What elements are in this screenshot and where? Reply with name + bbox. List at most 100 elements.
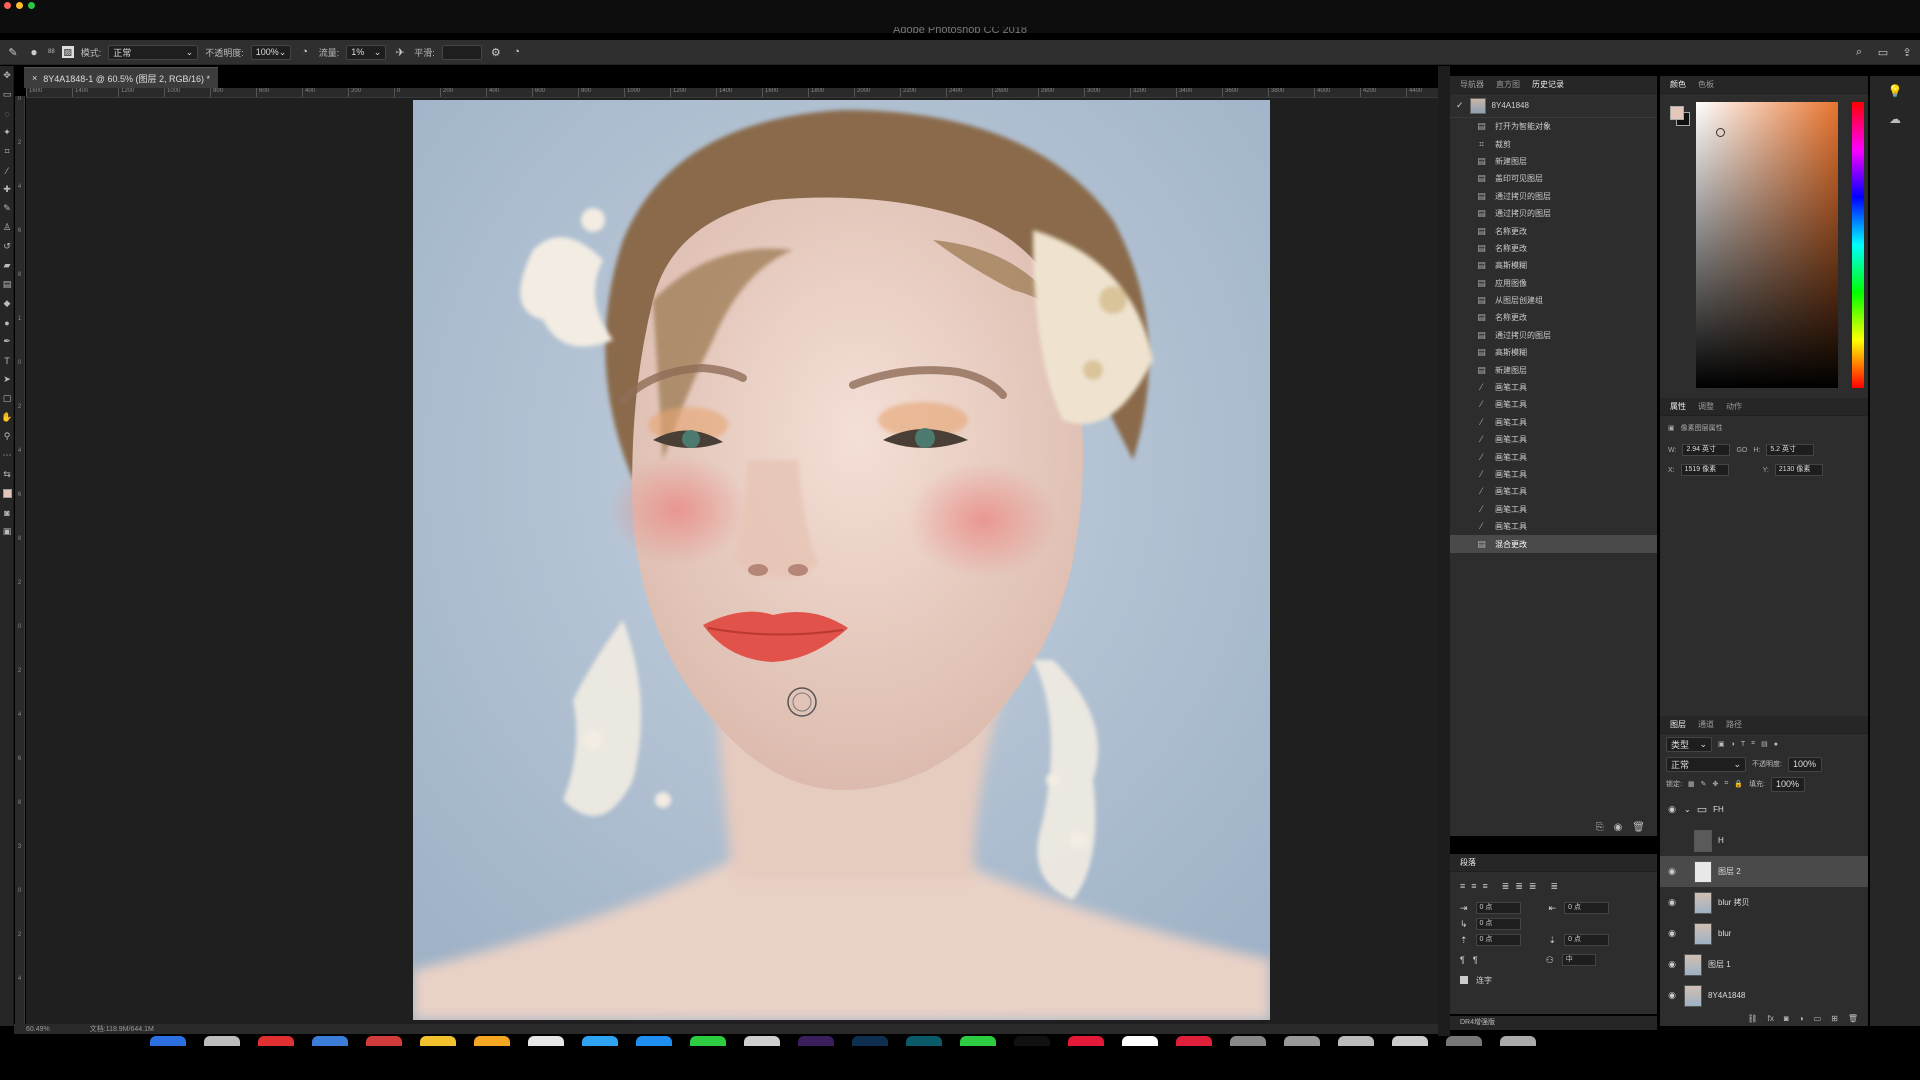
align-center-icon[interactable]: ≡ xyxy=(1471,881,1476,891)
tab-history-panel-2[interactable]: 历史记录 xyxy=(1532,79,1564,90)
fx-icon[interactable]: fx xyxy=(1768,1014,1774,1023)
tab-properties-panel-2[interactable]: 动作 xyxy=(1726,401,1742,412)
type-tool-icon[interactable]: T xyxy=(0,351,14,370)
history-item[interactable]: ▤ 高斯模糊 xyxy=(1450,257,1657,274)
indent-right-field[interactable]: 0 点 xyxy=(1564,902,1610,914)
lasso-tool-icon[interactable]: ◌ xyxy=(0,104,14,123)
hand-tool-icon[interactable]: ✋ xyxy=(0,408,14,427)
layer-row[interactable]: ◉ 图层 2 xyxy=(1660,856,1868,887)
mode-dropdown[interactable]: 正常 ⌄ xyxy=(108,44,199,60)
dock-app-icon[interactable] xyxy=(1014,1036,1050,1046)
history-item[interactable]: ⁄ 画笔工具 xyxy=(1450,448,1657,465)
eye-icon[interactable]: ◉ xyxy=(1666,804,1678,815)
adjustment-layer-icon[interactable]: ◑ xyxy=(1799,1014,1804,1023)
pressure-opacity-icon[interactable]: ◔ xyxy=(298,45,312,59)
brush-preset-icon[interactable]: ● xyxy=(27,45,41,59)
brush-tool-icon[interactable]: ✎ xyxy=(0,199,14,218)
hyphen-dropdown[interactable]: 中 xyxy=(1561,954,1596,966)
workspace-icon[interactable]: ▭ xyxy=(1876,45,1890,59)
tab-layers-panel-1[interactable]: 通道 xyxy=(1698,719,1714,730)
history-item[interactable]: ⁄ 画笔工具 xyxy=(1450,414,1657,431)
gradient-tool-icon[interactable]: ▤ xyxy=(0,275,14,294)
learn-icon[interactable]: 💡 xyxy=(1885,84,1905,104)
layer-row[interactable]: ◉ 图层 1 xyxy=(1660,949,1868,980)
flow-field[interactable]: 1% ⌄ xyxy=(346,44,387,60)
filter-pixel-icon[interactable]: ▣ xyxy=(1718,740,1725,748)
crop-tool-icon[interactable]: ⌗ xyxy=(0,142,14,161)
shape-tool-icon[interactable]: ▢ xyxy=(0,389,14,408)
close-icon[interactable]: × xyxy=(32,73,37,83)
eye-icon[interactable]: ◉ xyxy=(1666,990,1678,1001)
dock-app-icon[interactable] xyxy=(1176,1036,1212,1046)
healing-tool-icon[interactable]: ✚ xyxy=(0,180,14,199)
new-layer-icon[interactable]: ⊞ xyxy=(1831,1014,1838,1023)
history-item[interactable]: ▤ 通过拷贝的图层 xyxy=(1450,205,1657,222)
y-field[interactable]: 2130 像素 xyxy=(1774,464,1823,476)
layer-row[interactable]: ◉ ⌄ ▭ FH xyxy=(1660,794,1868,825)
chevron-down-icon[interactable]: ⌄ xyxy=(1684,805,1691,814)
dock-app-icon[interactable] xyxy=(636,1036,672,1046)
align-right-icon[interactable]: ≡ xyxy=(1483,881,1488,891)
history-item[interactable]: ▤ 盖印可见图层 xyxy=(1450,170,1657,187)
layer-row[interactable]: ◉ blur 拷贝 xyxy=(1660,887,1868,918)
smooth-field[interactable] xyxy=(441,44,482,60)
tab-properties-panel-1[interactable]: 调整 xyxy=(1698,401,1714,412)
airbrush-icon[interactable]: ✈ xyxy=(393,45,407,59)
dr4-panel-title[interactable]: DR4增强版 xyxy=(1450,1016,1657,1030)
color-picker-cursor[interactable] xyxy=(1716,128,1725,137)
quick-select-tool-icon[interactable]: ✦ xyxy=(0,123,14,142)
hue-slider[interactable] xyxy=(1852,102,1864,388)
align-left-icon[interactable]: ≡ xyxy=(1460,881,1465,891)
dock-app-icon[interactable] xyxy=(744,1036,780,1046)
width-field[interactable]: 2.94 英寸 xyxy=(1682,444,1731,456)
history-item[interactable]: ⁄ 画笔工具 xyxy=(1450,518,1657,535)
justify-left-icon[interactable]: ≣ xyxy=(1502,881,1510,892)
tab-color-panel-1[interactable]: 色板 xyxy=(1698,79,1714,90)
dock-app-icon[interactable] xyxy=(1338,1036,1374,1046)
lock-artboard-icon[interactable]: ⌗ xyxy=(1724,780,1728,788)
history-item[interactable]: ▤ 新建图层 xyxy=(1450,361,1657,378)
eye-icon[interactable]: ◉ xyxy=(1666,866,1678,877)
brush-settings-icon[interactable]: ▨ xyxy=(61,46,74,58)
color-picker-field[interactable] xyxy=(1696,102,1838,388)
history-item[interactable]: ▤ 混合更改 xyxy=(1450,535,1657,553)
layer-kind-dropdown[interactable]: 类型 ⌄ xyxy=(1666,736,1712,752)
dock-app-icon[interactable] xyxy=(528,1036,564,1046)
share-icon[interactable]: ⇪ xyxy=(1900,45,1914,59)
document-tab[interactable]: × 8Y4A1848-1 @ 60.5% (图层 2, RGB/16) * xyxy=(24,67,218,88)
dock-app-icon[interactable] xyxy=(906,1036,942,1046)
trash-icon[interactable]: 🗑 xyxy=(1632,822,1645,833)
eyedropper-tool-icon[interactable]: ⁄ xyxy=(0,161,14,180)
dock-app-icon[interactable] xyxy=(852,1036,888,1046)
pressure-size-icon[interactable]: ◔ xyxy=(510,45,524,59)
quick-mask-icon[interactable]: ◙ xyxy=(0,503,14,522)
dock-app-icon[interactable] xyxy=(1446,1036,1482,1046)
camera-icon[interactable]: ◉ xyxy=(1614,822,1623,833)
justify-center-icon[interactable]: ≣ xyxy=(1515,881,1523,892)
eraser-tool-icon[interactable]: ▰ xyxy=(0,256,14,275)
more-tools-icon[interactable]: ⋯ xyxy=(0,446,14,465)
x-field[interactable]: 1519 像素 xyxy=(1680,464,1729,476)
dock-app-icon[interactable] xyxy=(1500,1036,1536,1046)
history-item[interactable]: ▤ 通过拷贝的图层 xyxy=(1450,188,1657,205)
eye-icon[interactable]: ◉ xyxy=(1666,959,1678,970)
blur-tool-icon[interactable]: ◆ xyxy=(0,294,14,313)
history-brush-tool-icon[interactable]: ↺ xyxy=(0,237,14,256)
lock-position-icon[interactable]: ✥ xyxy=(1712,780,1718,788)
layer-row[interactable]: ◉ 8Y4A1848 xyxy=(1660,980,1868,1011)
height-field[interactable]: 5.2 英寸 xyxy=(1766,444,1815,456)
history-item[interactable]: ▤ 名称更改 xyxy=(1450,222,1657,239)
path-select-tool-icon[interactable]: ➤ xyxy=(0,370,14,389)
doc-info[interactable]: 文档:118.9M/644.1M xyxy=(90,1024,154,1034)
fill-field[interactable]: 100% xyxy=(1770,776,1805,792)
space-before-field[interactable]: 0 点 xyxy=(1475,934,1521,946)
zoom-tool-icon[interactable]: ⚲ xyxy=(0,427,14,446)
tab-layers-panel-2[interactable]: 路径 xyxy=(1726,719,1742,730)
history-item[interactable]: ▤ 名称更改 xyxy=(1450,309,1657,326)
history-item[interactable]: ⌗ 裁剪 xyxy=(1450,135,1657,152)
dock-app-icon[interactable] xyxy=(1392,1036,1428,1046)
dock-app-icon[interactable] xyxy=(1284,1036,1320,1046)
history-item[interactable]: ⁄ 画笔工具 xyxy=(1450,466,1657,483)
libraries-icon[interactable]: ☁ xyxy=(1885,112,1905,132)
dock-app-icon[interactable] xyxy=(420,1036,456,1046)
